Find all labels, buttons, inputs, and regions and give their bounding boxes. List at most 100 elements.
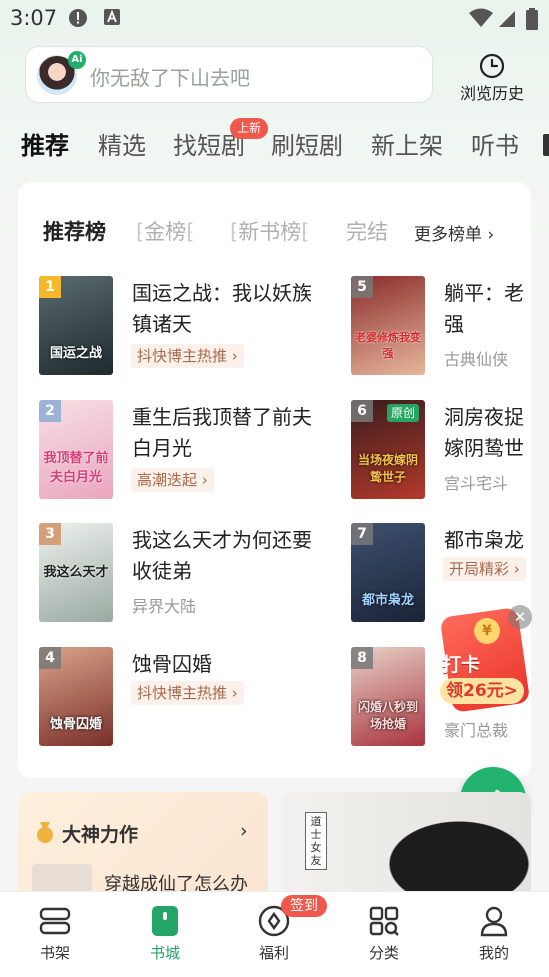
channel-tabs: 推荐 精选 找短剧 上新 刷短剧 新上架 听书 — [0, 118, 549, 166]
ink-art — [351, 798, 531, 902]
battery-icon — [526, 8, 538, 34]
rank-number: 7 — [351, 523, 373, 545]
tab-new-arrivals[interactable]: 新上架 — [371, 126, 443, 161]
tab-watch-short-drama[interactable]: 刷短剧 — [271, 126, 343, 161]
book-genre: 宫斗宅斗 — [444, 474, 509, 493]
book-title[interactable]: 国运之战：我以妖族镇诸天 — [132, 278, 322, 340]
book-item[interactable]: 2 我顶替了前夫白月光 重生后我顶替了前夫白月光 高潮迭起 — [39, 400, 339, 500]
new-badge: 上新 — [230, 118, 269, 139]
cover-title: 蚀骨囚婚 — [49, 717, 102, 732]
alert-icon — [68, 8, 88, 32]
subtab-completed[interactable]: 完结 — [346, 216, 388, 246]
book-item[interactable]: 4 蚀骨囚婚 蚀骨囚婚 抖快博主热推 — [39, 647, 339, 747]
chevron-right-icon[interactable]: › — [240, 820, 248, 842]
rank-number: 5 — [351, 276, 373, 298]
nav-label: 我的 — [478, 944, 509, 962]
text-icon — [103, 8, 121, 30]
rank-number: 4 — [39, 647, 61, 669]
subtab-recommend-list[interactable]: 推荐榜 — [43, 216, 106, 246]
book-title[interactable]: 都市枭龙 — [444, 525, 531, 556]
book-tag[interactable]: 开局精彩 — [443, 557, 526, 581]
book-title[interactable]: 躺平：老 — [444, 278, 531, 309]
wifi-icon — [468, 8, 494, 32]
bookstore-icon — [152, 906, 178, 936]
nav-label: 书架 — [39, 944, 70, 962]
close-icon[interactable]: ✕ — [508, 605, 532, 629]
cover-title: 我这么天才 — [43, 565, 109, 580]
book-title[interactable]: 蚀骨囚婚 — [132, 649, 322, 680]
tab-recommend[interactable]: 推荐 — [21, 126, 69, 161]
book-genre: 古典仙侠 — [444, 350, 509, 369]
browse-history-button[interactable]: 浏览历史 — [450, 50, 534, 106]
book-title-line2[interactable]: 强 — [444, 309, 531, 340]
book-tag[interactable]: 抖快博主热推 — [131, 681, 244, 705]
profile-icon — [480, 906, 508, 937]
tab-audiobooks[interactable]: 听书 — [471, 126, 519, 161]
book-cover[interactable]: 6 原创 当场夜嫁阴鸷世子 — [351, 400, 425, 499]
book-cover[interactable]: 4 蚀骨囚婚 — [39, 647, 113, 746]
ai-badge: Ai — [68, 51, 86, 69]
cover-title: 国运之战 — [49, 346, 102, 361]
book-cover[interactable]: 5 老婆修炼我变强 — [351, 276, 425, 375]
search-placeholder[interactable]: 你无敌了下山去吧 — [90, 62, 250, 91]
rank-number: 2 — [39, 400, 61, 422]
subtab-gold-list[interactable]: 金榜 — [136, 216, 194, 246]
book-item[interactable]: 6 原创 当场夜嫁阴鸷世子 洞房夜捉 嫁阴鸷世 宫斗宅斗 — [351, 400, 531, 500]
book-item[interactable]: 1 国运之战 国运之战：我以妖族镇诸天 抖快博主热推 — [39, 276, 339, 376]
cover-title: 老婆修炼我变强 — [355, 331, 421, 360]
rank-number: 1 — [39, 276, 61, 298]
book-tag[interactable]: 高潮迭起 — [131, 468, 214, 492]
nav-profile[interactable]: 我的 — [439, 892, 549, 977]
book-item[interactable]: 3 我这么天才 我这么天才为何还要收徒弟 异界大陆 — [39, 523, 339, 623]
book-genre: 豪门总裁 — [444, 721, 509, 740]
status-bar: 3:07 — [0, 0, 549, 38]
rank-number: 8 — [351, 647, 373, 669]
tab-featured[interactable]: 精选 — [98, 126, 146, 161]
bookshelf-icon — [39, 907, 71, 935]
book-title-line2[interactable]: 嫁阴鸷世 — [444, 433, 531, 464]
cover-title: 当场夜嫁阴鸷世子 — [357, 453, 418, 484]
book-title[interactable]: 我这么天才为何还要收徒弟 — [132, 525, 322, 587]
bottom-navigation: 书架 书城 福利 签到 分类 我的 — [0, 891, 549, 977]
cover-title: 我顶替了前夫白月光 — [43, 451, 109, 485]
banner-label: 道士女友 — [305, 812, 327, 870]
nav-label: 福利 — [258, 944, 289, 962]
more-lists-link[interactable]: 更多榜单 › — [414, 220, 494, 245]
book-title[interactable]: 重生后我顶替了前夫白月光 — [132, 402, 322, 464]
nav-label: 书城 — [149, 944, 180, 962]
cover-title: 都市枭龙 — [361, 593, 414, 608]
book-cover[interactable]: 2 我顶替了前夫白月光 — [39, 400, 113, 499]
subtab-new-book-list[interactable]: 新书榜 — [230, 216, 309, 246]
nav-label: 分类 — [368, 944, 399, 962]
book-cover[interactable]: 7 都市枭龙 — [351, 523, 425, 622]
promo-line2: 领26元> — [440, 678, 524, 704]
medal-icon — [37, 822, 53, 843]
search-bar[interactable]: Ai 你无敌了下山去吧 — [25, 46, 433, 103]
original-badge: 原创 — [387, 404, 420, 422]
great-works-title: 大神力作 — [62, 824, 139, 846]
nav-bookshelf[interactable]: 书架 — [0, 892, 110, 977]
status-time: 3:07 — [10, 6, 58, 30]
rank-number: 3 — [39, 523, 61, 545]
browse-history-label: 浏览历史 — [459, 84, 524, 103]
promo-line1: 打卡 — [442, 654, 481, 676]
book-title[interactable]: 洞房夜捉 — [444, 402, 531, 433]
tab-overflow-indicator — [543, 134, 549, 156]
signal-icon — [497, 8, 517, 32]
book-banner[interactable]: 道士女友 — [281, 792, 531, 902]
categories-icon — [369, 906, 399, 936]
great-works-card[interactable]: 大神力作 › 穿越成仙了怎么办 — [18, 792, 268, 904]
book-genre: 异界大陆 — [132, 597, 197, 616]
subtab-gold-list-label: 金榜 — [144, 220, 187, 244]
check-in-badge: 签到 — [281, 895, 327, 917]
coin-icon: ¥ — [474, 618, 500, 644]
nav-categories[interactable]: 分类 — [329, 892, 439, 977]
book-item[interactable]: 5 老婆修炼我变强 躺平：老 强 古典仙侠 — [351, 276, 531, 376]
nav-bookstore[interactable]: 书城 — [110, 892, 220, 977]
book-cover[interactable]: 1 国运之战 — [39, 276, 113, 375]
book-cover[interactable]: 3 我这么天才 — [39, 523, 113, 622]
subtab-new-book-list-label: 新书榜 — [238, 220, 302, 244]
rank-number: 6 — [351, 400, 373, 422]
book-cover[interactable]: 8 闪婚八秒到场抢婚 — [351, 647, 425, 746]
book-tag[interactable]: 抖快博主热推 — [131, 344, 244, 368]
